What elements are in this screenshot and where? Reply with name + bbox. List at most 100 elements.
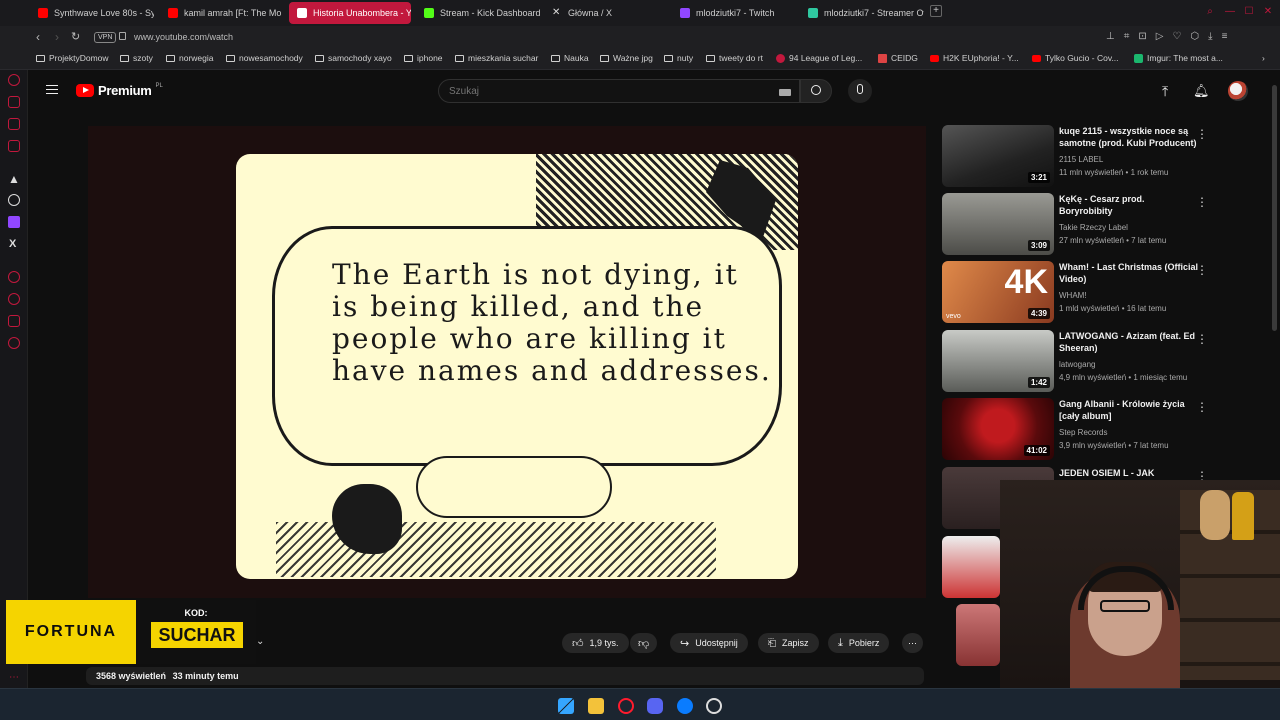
new-tab-button[interactable]: + — [930, 5, 942, 17]
bookmark-link[interactable]: CEIDG — [878, 53, 918, 63]
video-stats[interactable]: 3568 wyświetleń 33 minuty temu — [86, 667, 924, 685]
tab-streamer-overlay[interactable]: mlodziutki7 - Streamer Ov — [800, 2, 924, 24]
channel-name[interactable]: Takie Rzeczy Label — [1059, 223, 1128, 232]
tab-synthwave[interactable]: Synthwave Love 80s - Sy — [30, 2, 154, 24]
more-actions-button[interactable]: ⋯ — [902, 633, 923, 653]
search-button[interactable] — [800, 79, 832, 103]
bookmark-folder[interactable]: nuty — [664, 53, 693, 63]
file-explorer-icon[interactable] — [588, 698, 604, 714]
sidebar-extensions-icon[interactable] — [8, 315, 20, 327]
recommendation-title[interactable]: kuqe 2115 - wszystkie noce są samotne (p… — [1059, 125, 1199, 149]
bookmark-link[interactable]: 94 League of Leg... — [776, 53, 862, 63]
sidebar-clock-icon[interactable] — [8, 293, 20, 305]
heart-icon[interactable]: ♡ — [1172, 31, 1181, 42]
bookmark-folder[interactable]: mieszkania suchar — [455, 53, 538, 63]
recommendation-title[interactable]: Wham! - Last Christmas (Official Video) — [1059, 261, 1199, 285]
upload-icon[interactable]: ⤒ — [1162, 83, 1168, 100]
tab-historia-unabombera[interactable]: Historia Unabombera - Yo — [289, 2, 411, 24]
player-icon[interactable]: ▷ — [1156, 31, 1164, 42]
sidebar-twitch-icon[interactable] — [8, 216, 20, 228]
sidebar-more-icon[interactable]: ⋯ — [9, 672, 19, 683]
bookmarks-overflow-icon[interactable]: › — [1262, 53, 1265, 63]
tab-kick-dashboard[interactable]: Stream - Kick Dashboard — [416, 2, 540, 24]
bookmark-folder[interactable]: Ważne jpg — [600, 53, 653, 63]
tab-kamil-amrah[interactable]: kamil amrah [Ft: The Mo — [160, 2, 284, 24]
sidebar-settings-icon[interactable] — [8, 337, 20, 349]
screenshot-icon[interactable]: ⊡ — [1138, 31, 1146, 42]
recommendation-item[interactable]: 3:21 kuqe 2115 - wszystkie noce są samot… — [942, 125, 1222, 189]
youtube-logo[interactable]: Premium PL — [76, 83, 163, 98]
bookmark-link[interactable]: H2K EUphoria! - Y... — [930, 53, 1019, 63]
more-vertical-icon[interactable]: ⋮ — [1196, 332, 1208, 346]
sidebar-chatgpt-icon[interactable] — [8, 194, 20, 206]
bookmark-link[interactable]: Tylko Gucio - Cov... — [1032, 53, 1119, 63]
recommendation-item[interactable]: 3:09 KęKę - Cesarz prod. Boryrobibity Ta… — [942, 193, 1222, 257]
bookmark-folder[interactable]: szoty — [120, 53, 153, 63]
channel-name[interactable]: 2115 LABEL — [1059, 155, 1103, 164]
avatar[interactable] — [1228, 81, 1248, 101]
menu-icon[interactable]: ≡ — [1222, 31, 1228, 42]
bookmark-folder[interactable]: tweety do rt — [706, 53, 763, 63]
shorts-thumbnail[interactable] — [942, 536, 1000, 598]
recommendation-item[interactable]: 41:02 Gang Albanii - Królowie życia [cał… — [942, 398, 1222, 462]
minimize-button[interactable]: — — [1224, 6, 1236, 18]
more-vertical-icon[interactable]: ⋮ — [1196, 400, 1208, 414]
video-thumbnail[interactable]: 4K vevo 4:39 — [942, 261, 1054, 323]
expand-description-chevron-icon[interactable]: ⌄ — [256, 636, 264, 647]
video-thumbnail[interactable]: 3:09 — [942, 193, 1054, 255]
recommendation-item[interactable]: 4K vevo 4:39 Wham! - Last Christmas (Off… — [942, 261, 1222, 325]
recommendation-title[interactable]: KęKę - Cesarz prod. Boryrobibity — [1059, 193, 1199, 217]
bookmark-link[interactable]: Imgur: The most a... — [1134, 53, 1223, 63]
save-button[interactable]: ⎗ Zapisz — [758, 633, 819, 653]
snapshot-icon[interactable]: ⌗ — [1124, 31, 1130, 42]
download-button[interactable]: ⤓ Pobierz — [828, 633, 890, 653]
channel-name[interactable]: Step Records — [1059, 428, 1107, 437]
sidebar-aria-icon[interactable]: ▲ — [8, 172, 20, 186]
voice-search-button[interactable] — [848, 79, 872, 103]
search-tabs-icon[interactable]: ⌕ — [1204, 6, 1216, 18]
more-vertical-icon[interactable]: ⋮ — [1196, 127, 1208, 141]
like-button[interactable]: 👍︎ 1,9 tys. — [562, 633, 629, 653]
video-player[interactable]: The Earth is not dying, it is being kill… — [88, 126, 926, 598]
hamburger-menu-icon[interactable] — [46, 85, 58, 94]
maximize-button[interactable]: ☐ — [1243, 6, 1255, 18]
sidebar-x-icon[interactable]: X — [9, 238, 16, 250]
forward-button[interactable]: › — [55, 30, 59, 44]
sidebar-calendar-icon[interactable] — [8, 140, 20, 152]
opera-icon[interactable] — [618, 698, 634, 714]
shorts-thumbnail[interactable] — [956, 604, 1000, 666]
video-thumbnail[interactable]: 41:02 — [942, 398, 1054, 460]
channel-name[interactable]: latwogang — [1059, 360, 1095, 369]
pin-icon[interactable]: ⊥ — [1106, 31, 1115, 42]
bookmark-folder[interactable]: iphone — [404, 53, 443, 63]
recommendation-item[interactable]: 1:42 LATWOGANG - Azizam (feat. Ed Sheera… — [942, 330, 1222, 394]
sidebar-player-icon[interactable] — [8, 271, 20, 283]
dislike-button[interactable]: 👎︎ — [630, 633, 658, 653]
windows-start-icon[interactable] — [558, 698, 574, 714]
discord-icon[interactable] — [647, 698, 663, 714]
keyboard-icon[interactable] — [779, 89, 791, 96]
extensions-icon[interactable]: ⬡ — [1190, 31, 1199, 42]
tab-x[interactable]: ✕ Główna / X — [544, 2, 668, 24]
obs-icon[interactable] — [706, 698, 722, 714]
bookmark-folder[interactable]: samochody xayo — [315, 53, 392, 63]
url-field[interactable]: www.youtube.com/watch — [134, 32, 233, 42]
share-button[interactable]: ↪ Udostępnij — [670, 633, 748, 653]
sidebar-history-icon[interactable] — [8, 74, 20, 86]
bookmark-folder[interactable]: Nauka — [551, 53, 589, 63]
channel-name[interactable]: WHAM! — [1059, 291, 1087, 300]
vpn-badge[interactable]: VPN — [94, 32, 117, 43]
sidebar-bookmark-icon[interactable] — [8, 118, 20, 130]
close-window-button[interactable]: ✕ — [1262, 6, 1274, 18]
recommendation-title[interactable]: JEDEN OSIEM L - JAK — [1059, 467, 1199, 479]
recommendation-title[interactable]: Gang Albanii - Królowie życia [cały albu… — [1059, 398, 1199, 422]
bookmark-folder[interactable]: nowesamochody — [226, 53, 303, 63]
bookmark-folder[interactable]: norwegia — [166, 53, 214, 63]
video-thumbnail[interactable]: 1:42 — [942, 330, 1054, 392]
sidebar-wallet-icon[interactable] — [8, 96, 20, 108]
bookmark-folder[interactable]: ProjektyDomow — [36, 53, 109, 63]
messenger-icon[interactable] — [677, 698, 693, 714]
more-vertical-icon[interactable]: ⋮ — [1196, 263, 1208, 277]
search-input[interactable] — [439, 80, 799, 102]
search-box[interactable] — [438, 79, 800, 103]
